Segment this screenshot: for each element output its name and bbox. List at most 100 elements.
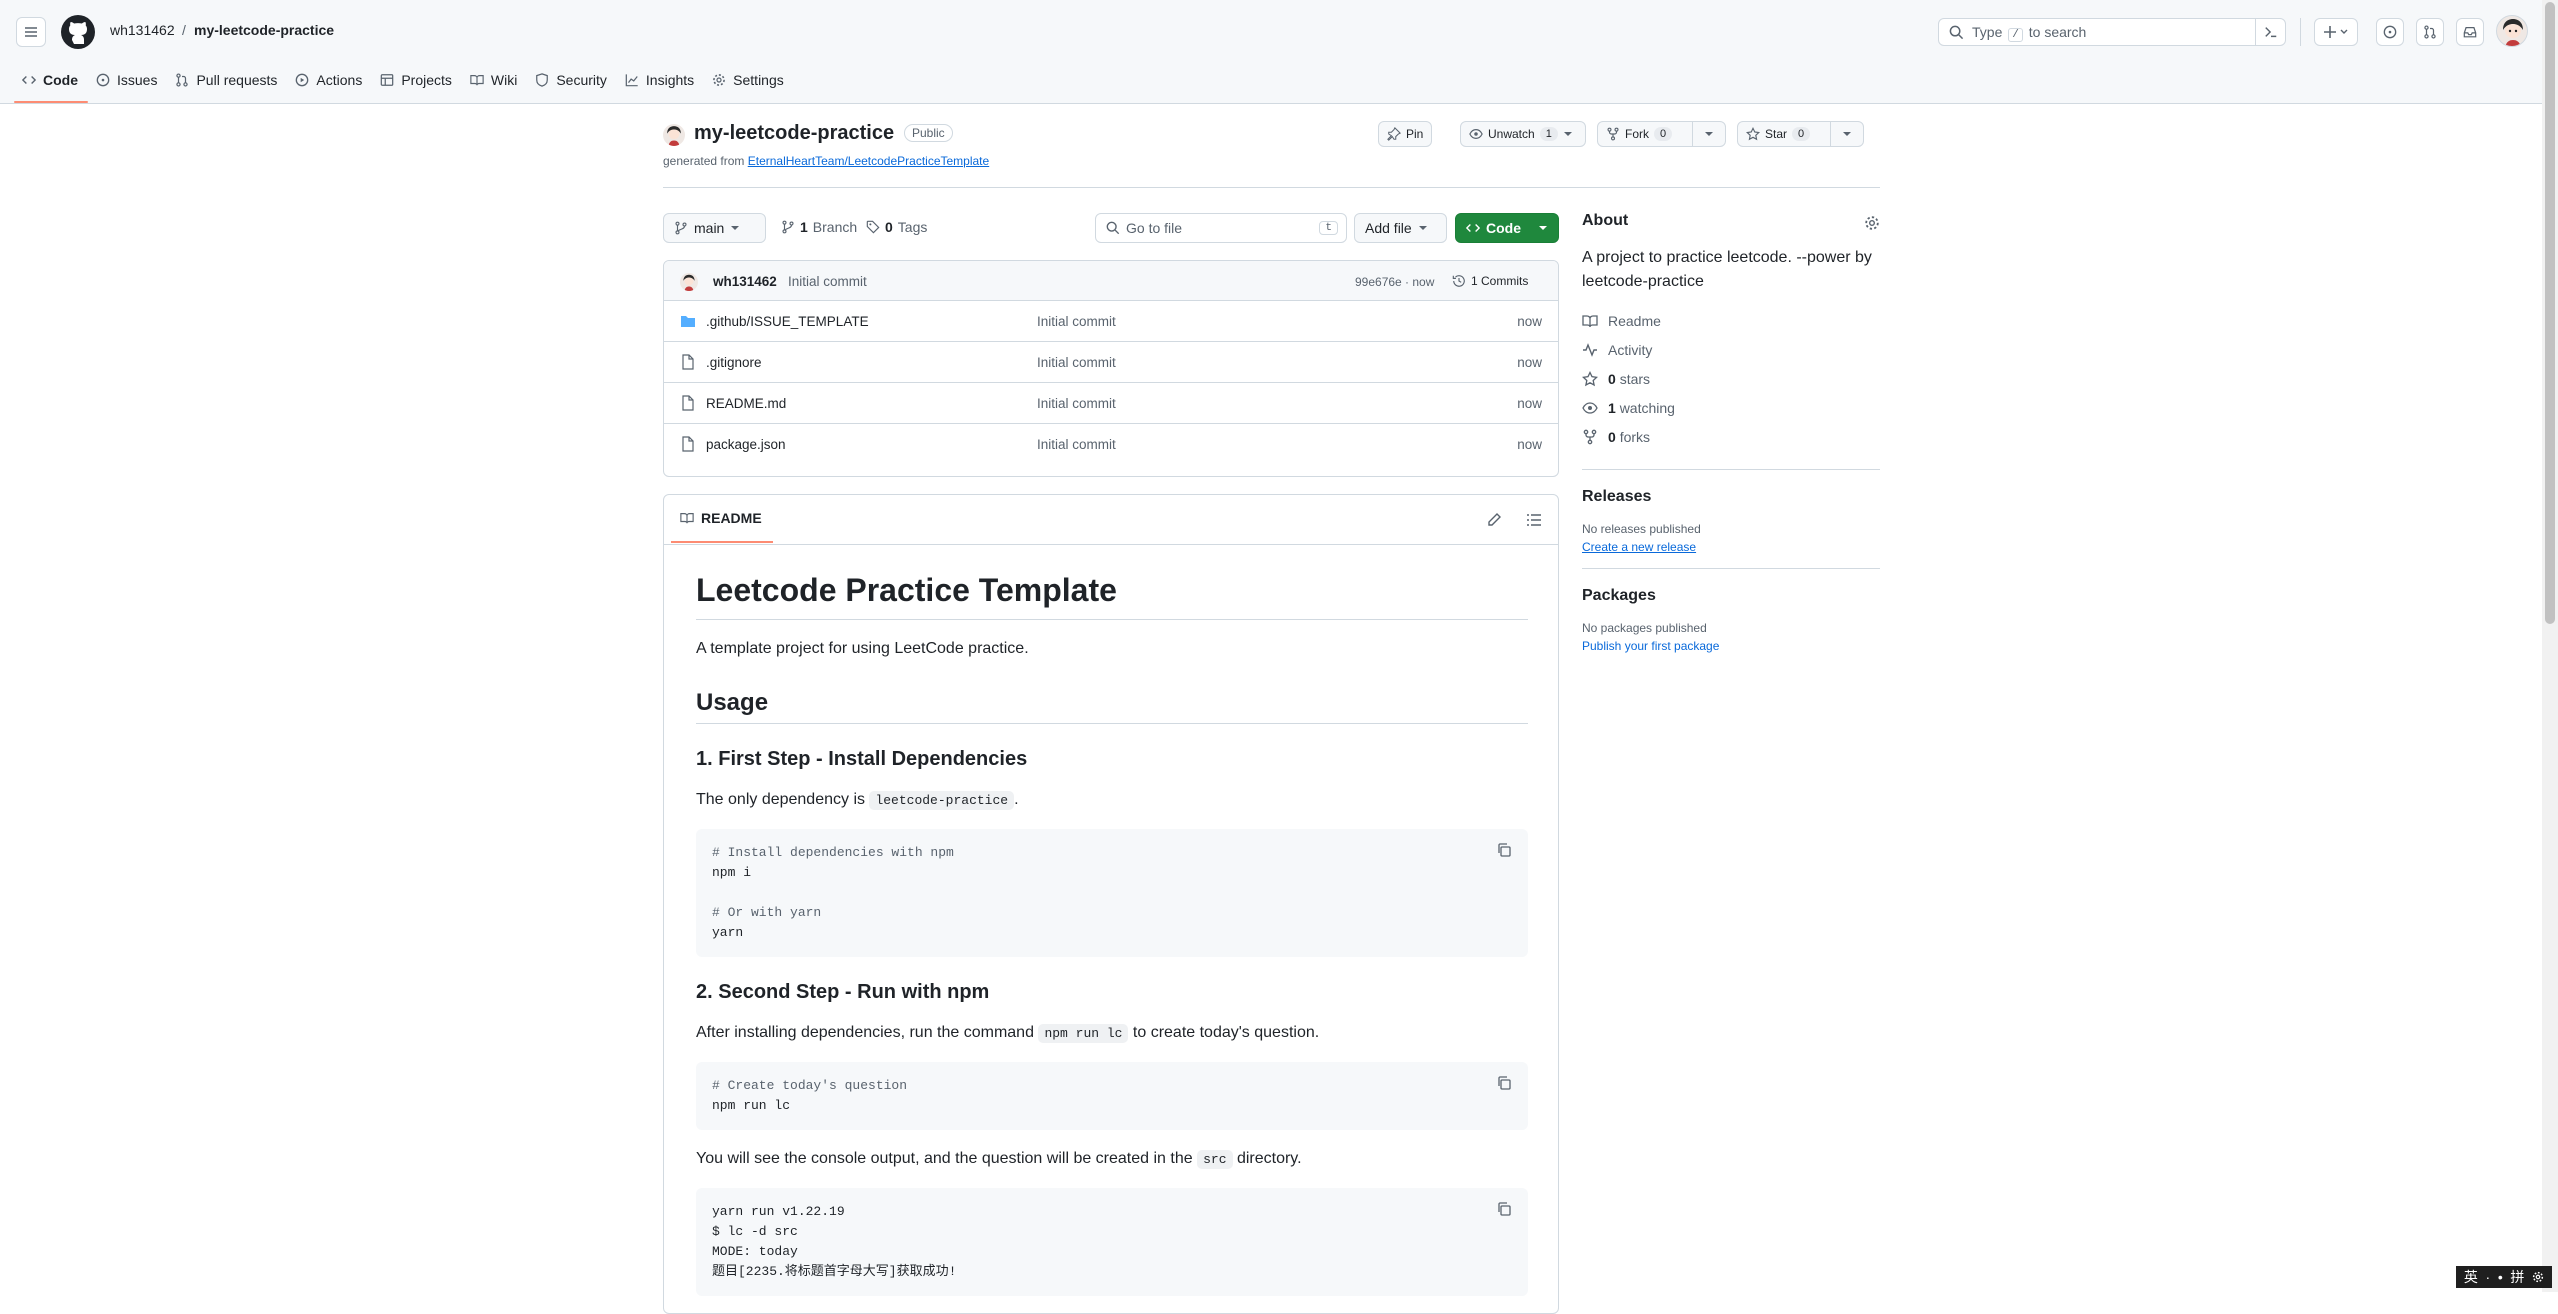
copy-icon[interactable] <box>1496 1075 1512 1091</box>
tab-label: Settings <box>733 72 784 88</box>
code-block: yarn run v1.22.19 $ lc -d src MODE: toda… <box>696 1188 1528 1296</box>
star-label: Star <box>1765 127 1788 141</box>
file-name[interactable]: README.md <box>706 396 786 411</box>
breadcrumb-repo[interactable]: my-leetcode-practice <box>194 22 334 38</box>
commit-message[interactable]: Initial commit <box>788 274 867 289</box>
unwatch-button[interactable]: Unwatch 1 <box>1460 121 1586 147</box>
pull-request-icon <box>2424 25 2436 39</box>
tab-security[interactable]: Security <box>529 67 613 93</box>
create-new-button[interactable] <box>2314 18 2358 46</box>
add-file-button[interactable]: Add file <box>1354 213 1447 243</box>
issues-button[interactable] <box>2376 18 2404 46</box>
fork-button[interactable]: Fork 0 <box>1597 121 1693 147</box>
book-icon <box>1582 314 1598 327</box>
tags-link[interactable]: 0 Tags <box>866 219 927 235</box>
watching-count: 1 <box>1608 399 1616 416</box>
branches-link[interactable]: 1 Branch <box>781 219 857 235</box>
file-row[interactable]: .gitignore Initial commit now <box>664 342 1558 383</box>
readme-link[interactable]: Readme <box>1582 306 1880 335</box>
releases-heading[interactable]: Releases <box>1582 488 1880 506</box>
packages-heading[interactable]: Packages <box>1582 587 1880 605</box>
forks-link[interactable]: 0 forks <box>1582 422 1880 451</box>
owner-avatar[interactable] <box>663 124 685 146</box>
menu-button[interactable] <box>16 17 46 47</box>
watching-link[interactable]: 1 watching <box>1582 393 1880 422</box>
gear-icon[interactable] <box>1864 215 1880 231</box>
tab-actions[interactable]: Actions <box>289 67 368 93</box>
branch-select-button[interactable]: main <box>663 213 766 243</box>
code-line: yarn run v1.22.19 <box>712 1204 845 1219</box>
graph-icon <box>625 74 638 87</box>
commit-author[interactable]: wh131462 <box>713 274 777 289</box>
book-icon <box>470 75 484 86</box>
star-dropdown-button[interactable] <box>1830 121 1864 147</box>
tag-icon <box>866 220 880 234</box>
run-text-1: After installing dependencies, run the c… <box>696 1024 1034 1041</box>
commit-hash-time[interactable]: 99e676e · now <box>1355 275 1434 289</box>
copy-icon[interactable] <box>1496 842 1512 858</box>
unwatch-label: Unwatch <box>1488 127 1535 141</box>
tab-insights[interactable]: Insights <box>619 67 700 93</box>
code-comment: # Or with yarn <box>712 905 822 920</box>
outline-list-icon[interactable] <box>1526 512 1542 528</box>
tab-code[interactable]: Code <box>16 67 84 93</box>
inbox-button[interactable] <box>2456 18 2484 46</box>
user-avatar[interactable] <box>2496 15 2528 47</box>
visibility-badge: Public <box>904 124 953 142</box>
tab-settings[interactable]: Settings <box>706 67 790 93</box>
stars-link[interactable]: 0 stars <box>1582 364 1880 393</box>
github-logo-icon[interactable] <box>61 15 95 49</box>
tab-projects[interactable]: Projects <box>374 67 458 93</box>
tab-pull-requests[interactable]: Pull requests <box>169 67 283 93</box>
scrollbar-thumb[interactable] <box>2545 2 2555 624</box>
about-header: About <box>1582 212 1880 242</box>
no-releases-text: No releases published <box>1582 522 1701 536</box>
forks-label: forks <box>1619 428 1651 445</box>
file-commit-message[interactable]: Initial commit <box>1037 314 1116 329</box>
file-row[interactable]: package.json Initial commit now <box>664 424 1558 465</box>
file-name[interactable]: .gitignore <box>706 355 762 370</box>
activity-link[interactable]: Activity <box>1582 335 1880 364</box>
code-line: yarn <box>712 925 744 940</box>
tab-label: Security <box>556 72 607 88</box>
search-input[interactable]: Type / to search <box>1938 18 2286 46</box>
out-code: src <box>1197 1150 1233 1169</box>
file-row[interactable]: README.md Initial commit now <box>664 383 1558 424</box>
tab-readme[interactable]: README <box>680 510 762 526</box>
commit-author-avatar[interactable] <box>680 273 698 291</box>
template-link[interactable]: EternalHeartTeam/LeetcodePracticeTemplat… <box>748 154 989 168</box>
code-button[interactable]: Code <box>1455 213 1559 243</box>
commits-link[interactable]: 1 Commits <box>1452 274 1528 288</box>
chevron-down-icon <box>1705 132 1713 136</box>
tab-label: Projects <box>401 72 452 88</box>
file-commit-message[interactable]: Initial commit <box>1037 437 1116 452</box>
fork-dropdown-button[interactable] <box>1692 121 1726 147</box>
code-label: Code <box>1486 220 1521 236</box>
tab-issues[interactable]: Issues <box>90 67 163 93</box>
repo-nav: Code Issues Pull requests Actions Projec… <box>16 67 790 93</box>
publish-package-link[interactable]: Publish your first package <box>1582 639 1880 653</box>
tab-label: Pull requests <box>196 72 278 88</box>
ime-punct-2: • <box>2497 1269 2503 1285</box>
pencil-icon[interactable] <box>1486 512 1502 528</box>
file-commit-message[interactable]: Initial commit <box>1037 355 1116 370</box>
tag-count: 0 <box>885 219 893 235</box>
breadcrumb-owner[interactable]: wh131462 <box>110 22 175 38</box>
file-name[interactable]: .github/ISSUE_TEMPLATE <box>706 314 869 329</box>
create-release-link[interactable]: Create a new release <box>1582 540 1880 554</box>
file-row[interactable]: .github/ISSUE_TEMPLATE Initial commit no… <box>664 301 1558 342</box>
go-to-file-input[interactable]: Go to file t <box>1095 213 1347 243</box>
code-icon <box>1466 224 1480 232</box>
command-palette-icon[interactable] <box>2255 18 2285 46</box>
file-commit-message[interactable]: Initial commit <box>1037 396 1116 411</box>
tab-wiki[interactable]: Wiki <box>464 67 523 93</box>
pulse-icon <box>1583 342 1597 357</box>
breadcrumb-separator: / <box>182 22 186 38</box>
file-icon <box>682 436 694 452</box>
star-button[interactable]: Star 0 <box>1737 121 1831 147</box>
file-name[interactable]: package.json <box>706 437 786 452</box>
pull-requests-button[interactable] <box>2416 18 2444 46</box>
copy-icon[interactable] <box>1496 1201 1512 1217</box>
repo-title[interactable]: my-leetcode-practice <box>694 122 894 145</box>
pin-button[interactable]: Pin <box>1378 121 1433 147</box>
